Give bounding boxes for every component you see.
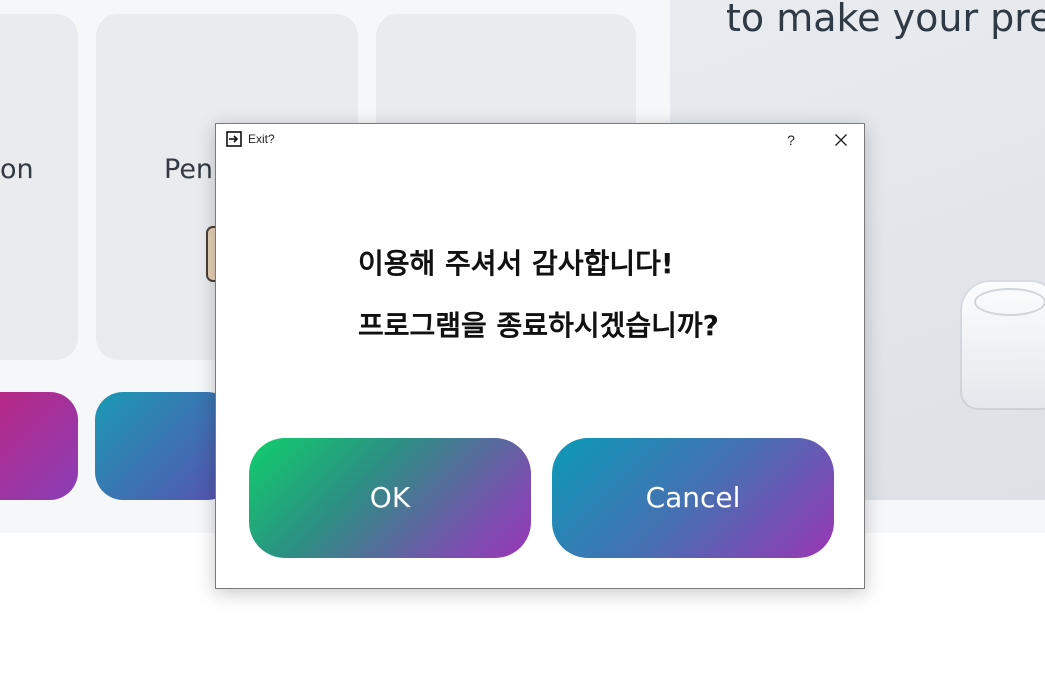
dialog-title: Exit? xyxy=(248,132,275,146)
glass-jar-image xyxy=(960,280,1045,410)
exit-dialog: Exit? ? 이용해 주셔서 감사합니다! 프로그램을 종료하시겠습니까? O… xyxy=(215,123,865,589)
close-button[interactable] xyxy=(826,127,856,153)
help-button[interactable]: ? xyxy=(776,127,806,153)
exit-confirm-message: 프로그램을 종료하시겠습니까? xyxy=(358,309,719,342)
gradient-action-button[interactable] xyxy=(0,392,78,500)
option-card[interactable]: on xyxy=(0,14,78,360)
hero-text: to make your pres xyxy=(726,0,1045,40)
gradient-action-button[interactable] xyxy=(95,392,235,500)
exit-icon xyxy=(226,131,242,147)
close-icon xyxy=(835,134,847,146)
cancel-button[interactable]: Cancel xyxy=(552,438,834,558)
thank-you-message: 이용해 주셔서 감사합니다! xyxy=(358,247,674,280)
dialog-titlebar[interactable]: Exit? ? xyxy=(216,124,864,154)
card-label: on xyxy=(0,154,34,185)
ok-button[interactable]: OK xyxy=(249,438,531,558)
card-label: Pen xyxy=(164,154,214,185)
